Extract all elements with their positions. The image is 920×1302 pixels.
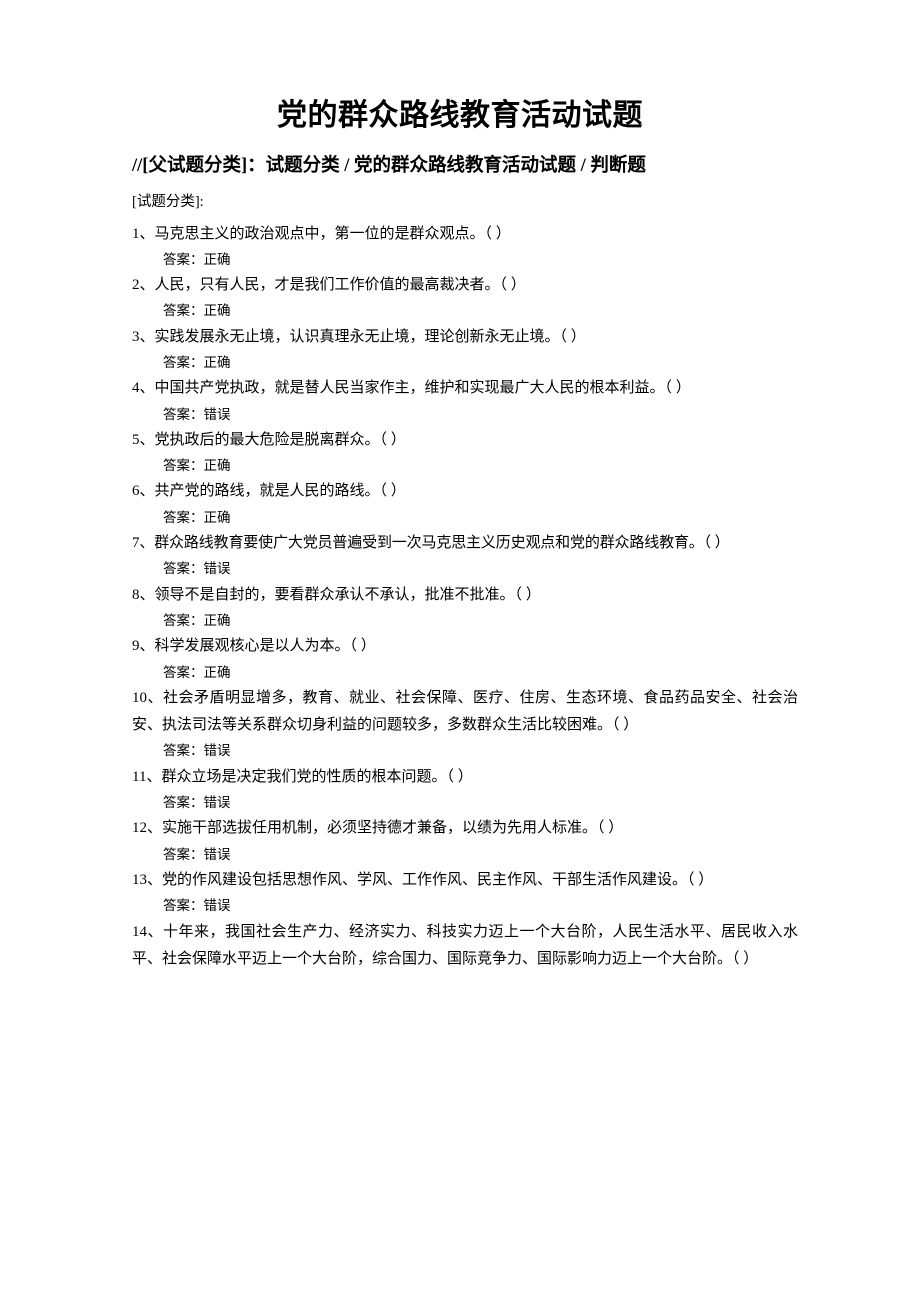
question-item: 7、群众路线教育要使广大党员普遍受到一次马克思主义历史观点和党的群众路线教育。（… (132, 530, 798, 582)
breadcrumb: //[父试题分类]：试题分类 / 党的群众路线教育活动试题 / 判断题 (132, 156, 646, 176)
answer-text: 答案：正确 (163, 458, 231, 474)
question-item: 4、中国共产党执政，就是替人民当家作主，维护和实现最广大人民的根本利益。（ ） 答… (132, 375, 798, 427)
answer-text: 答案：正确 (163, 509, 231, 525)
question-item: 1、马克思主义的政治观点中，第一位的是群众观点。（ ） 答案：正确 (132, 221, 798, 273)
answer-text: 答案：正确 (163, 664, 231, 680)
answer-text: 答案：正确 (163, 303, 231, 319)
answer-text: 答案：正确 (163, 355, 231, 370)
category-label: [试题分类]: (132, 194, 204, 211)
question-list: [试题分类]: 1、马克思主义的政治观点中，第一位的是群众观点。（ ） 答案：正确… (0, 178, 920, 973)
question-item: 12、实施干部选拔任用机制，必须坚持德才兼备，以绩为先用人标准。（ ） 答案：错误 (132, 815, 798, 867)
question-text: 4、中国共产党执政，就是替人民当家作主，维护和实现最广大人民的根本利益。（ ） (132, 380, 691, 397)
question-item: 8、领导不是自封的，要看群众承认不承认，批准不批准。（ ） 答案：正确 (132, 582, 798, 634)
question-item: 13、党的作风建设包括思想作风、学风、工作作风、民主作风、干部生活作风建设。（ … (132, 867, 798, 919)
answer-text: 答案：错误 (163, 561, 231, 577)
question-text: 12、实施干部选拔任用机制，必须坚持德才兼备，以绩为先用人标准。（ ） (132, 820, 624, 837)
question-text: 13、党的作风建设包括思想作风、学风、工作作风、民主作风、干部生活作风建设。（ … (132, 871, 714, 888)
document-page: 党的群众路线教育活动试题 //[父试题分类]：试题分类 / 党的群众路线教育活动… (0, 0, 920, 1302)
answer-text: 答案：正确 (163, 251, 231, 267)
question-item: 11、群众立场是决定我们党的性质的根本问题。（ ） 答案：错误 (132, 764, 798, 816)
question-item: 3、实践发展永无止境，认识真理永无止境，理论创新永无止境。（ ） 答案：正确 (132, 324, 798, 376)
question-text: 11、群众立场是决定我们党的性质的根本问题。（ ） (132, 768, 473, 785)
question-item: 10、社会矛盾明显增多，教育、就业、社会保障、医疗、住房、生态环境、食品药品安全… (132, 685, 798, 764)
question-item: 6、共产党的路线，就是人民的路线。（ ） 答案：正确 (132, 478, 798, 530)
question-text: 6、共产党的路线，就是人民的路线。（ ） (132, 483, 406, 500)
question-item: 5、党执政后的最大危险是脱离群众。（ ） 答案：正确 (132, 427, 798, 479)
question-text: 3、实践发展永无止境，认识真理永无止境，理论创新永无止境。（ ） (132, 328, 586, 345)
answer-text: 答案：错误 (163, 743, 231, 759)
question-text: 14、十年来，我国社会生产力、经济实力、科技实力迈上一个大台阶，人民生活水平、居… (132, 923, 798, 967)
question-text: 5、党执政后的最大危险是脱离群众。（ ） (132, 431, 406, 448)
question-text: 7、群众路线教育要使广大党员普遍受到一次马克思主义历史观点和党的群众路线教育。（… (132, 535, 730, 552)
question-text: 10、社会矛盾明显增多，教育、就业、社会保障、医疗、住房、生态环境、食品药品安全… (132, 689, 798, 734)
question-text: 1、马克思主义的政治观点中，第一位的是群众观点。（ ） (132, 225, 511, 242)
page-title: 党的群众路线教育活动试题 (277, 99, 643, 132)
question-text: 8、领导不是自封的，要看群众承认不承认，批准不批准。（ ） (132, 586, 541, 603)
answer-text: 答案：错误 (163, 898, 231, 914)
question-item: 14、十年来，我国社会生产力、经济实力、科技实力迈上一个大台阶，人民生活水平、居… (132, 919, 798, 974)
question-text: 2、人民，只有人民，才是我们工作价值的最高裁决者。（ ） (132, 277, 526, 294)
question-text: 9、科学发展观核心是以人为本。（ ） (132, 638, 376, 655)
question-item: 9、科学发展观核心是以人为本。（ ） 答案：正确 (132, 633, 798, 685)
answer-text: 答案：错误 (163, 846, 231, 862)
items-container: 1、马克思主义的政治观点中，第一位的是群众观点。（ ）答案：正确 2、人民，只有人… (132, 221, 798, 974)
answer-text: 答案：正确 (163, 612, 231, 628)
question-item: 2、人民，只有人民，才是我们工作价值的最高裁决者。（ ） 答案：正确 (132, 272, 798, 324)
answer-text: 答案：错误 (163, 795, 231, 811)
answer-text: 答案：错误 (163, 406, 231, 422)
